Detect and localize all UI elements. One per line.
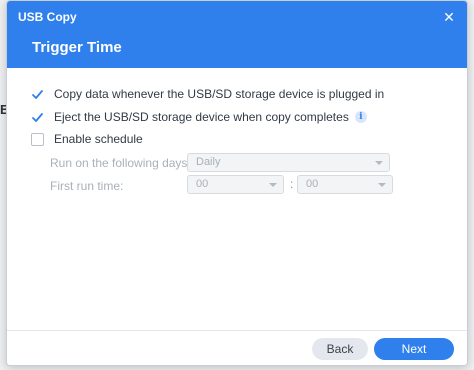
dialog-header: USB Copy ✕ Trigger Time [7, 1, 467, 68]
checkbox-enable-schedule[interactable] [31, 132, 44, 146]
window-title: USB Copy [18, 10, 77, 24]
hour-select-value: 00 [196, 178, 209, 190]
back-button[interactable]: Back [312, 338, 368, 360]
minute-select[interactable]: 00 [297, 175, 393, 194]
chevron-down-icon [269, 183, 277, 187]
option-enable-schedule[interactable]: Enable schedule [31, 130, 143, 148]
info-icon[interactable]: i [354, 111, 367, 123]
hour-select[interactable]: 00 [187, 175, 284, 194]
option-label: Copy data whenever the USB/SD storage de… [54, 87, 385, 101]
days-select-value: Daily [196, 156, 221, 168]
step-title: Trigger Time [32, 39, 122, 56]
option-label: Eject the USB/SD storage device when cop… [54, 110, 349, 124]
dialog-footer: Back Next [7, 330, 467, 365]
days-select[interactable]: Daily [187, 153, 390, 172]
checkbox-copy-on-plug[interactable] [31, 88, 44, 101]
chevron-down-icon [378, 183, 386, 187]
next-button[interactable]: Next [374, 338, 454, 360]
days-label: Run on the following days: [50, 156, 191, 170]
checkmark-icon [32, 112, 43, 122]
first-run-time-label: First run time: [50, 179, 124, 193]
time-separator: : [290, 177, 294, 191]
minute-select-value: 00 [306, 178, 319, 190]
option-label: Enable schedule [54, 132, 143, 146]
checkbox-eject-after-copy[interactable] [31, 111, 44, 124]
chevron-down-icon [375, 161, 383, 165]
usb-copy-dialog: USB Copy ✕ Trigger Time Copy data whenev… [6, 0, 468, 366]
checkmark-icon [32, 89, 43, 99]
option-copy-on-plug[interactable]: Copy data whenever the USB/SD storage de… [31, 85, 384, 103]
option-eject-after-copy[interactable]: Eject the USB/SD storage device when cop… [31, 108, 367, 126]
close-icon[interactable]: ✕ [441, 9, 457, 25]
